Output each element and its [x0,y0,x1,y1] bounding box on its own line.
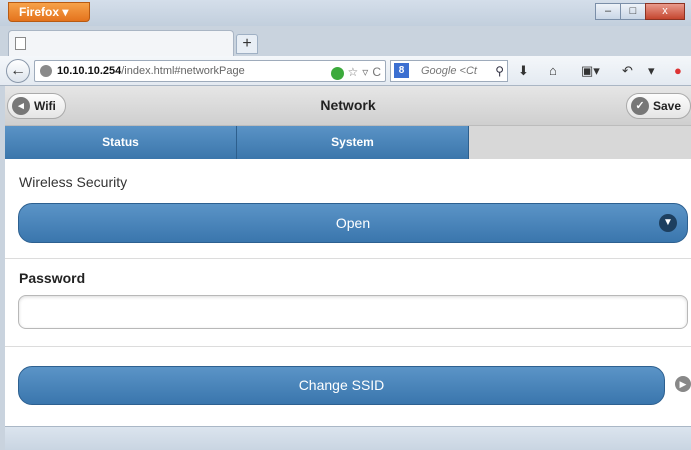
page-icon [15,37,26,50]
security-selected-value: Open [335,215,371,231]
addon-icon[interactable]: ● [674,63,682,78]
save-button[interactable]: ✓ Save [625,93,691,119]
password-label: Password [19,270,86,286]
url-host: 10.10.10.254 [57,65,122,77]
new-tab-button[interactable]: + [236,34,258,54]
site-identity-icon[interactable] [40,65,52,77]
undo-icon[interactable]: ↶ [622,63,633,79]
search-engine-icon[interactable]: 8 [394,63,409,78]
password-input[interactable] [18,295,688,329]
tab-system[interactable]: System [237,126,469,159]
save-button-label: Save [652,99,681,113]
bookmarks-icon[interactable]: ▣▾ [581,63,600,79]
search-icon[interactable]: ⚲ [495,61,504,81]
firefox-menu-button[interactable]: Firefox ▾ [8,2,90,22]
minimize-button[interactable]: – [595,3,621,20]
download-icon[interactable]: ⬇ [518,63,529,79]
page-title: Network [320,97,376,113]
maximize-button[interactable]: □ [620,3,646,20]
search-placeholder: Google <Ct [421,65,477,77]
nav-tabs: Status System [5,126,691,159]
web-page: ◂ Wifi Network ✓ Save Status System Wire… [5,86,691,450]
chevron-down-icon: ▼ [659,214,677,232]
home-icon[interactable]: ⌂ [549,63,557,78]
window-titlebar: Firefox ▾ – □ x [0,0,691,26]
window-controls: – □ x [595,3,685,20]
wireless-security-label: Wireless Security [19,174,128,190]
url-bar[interactable]: 10.10.10.254/index.html#networkPage ☆ ▿ … [34,60,386,82]
wireless-security-select[interactable]: Open ▼ [18,203,688,243]
go-icon[interactable] [330,67,344,80]
back-button[interactable]: ← [6,59,30,83]
url-bar-icons: ☆ ▿ C [330,62,381,81]
url-path: /index.html#networkPage [121,65,245,77]
menu-dropdown-icon[interactable]: ▾ [648,63,655,79]
history-dropdown-icon[interactable]: ▿ [362,62,368,81]
page-header: ◂ Wifi Network ✓ Save [5,86,691,126]
divider [5,346,691,347]
browser-tab[interactable] [8,30,234,56]
navigation-toolbar: ← 10.10.10.254/index.html#networkPage ☆ … [0,56,691,86]
page-footer [5,426,691,450]
reload-icon[interactable]: C [372,62,381,81]
tab-strip: + [0,26,691,56]
chevron-right-icon[interactable]: ▶ [675,376,691,392]
tab-status[interactable]: Status [5,126,237,159]
divider [5,258,691,259]
search-bar[interactable]: 8 Google <Ct ⚲ [390,60,508,82]
bookmark-star-icon[interactable]: ☆ [348,62,359,81]
close-window-button[interactable]: x [645,3,685,20]
change-ssid-button[interactable]: Change SSID [18,366,665,405]
check-icon: ✓ [630,97,649,115]
